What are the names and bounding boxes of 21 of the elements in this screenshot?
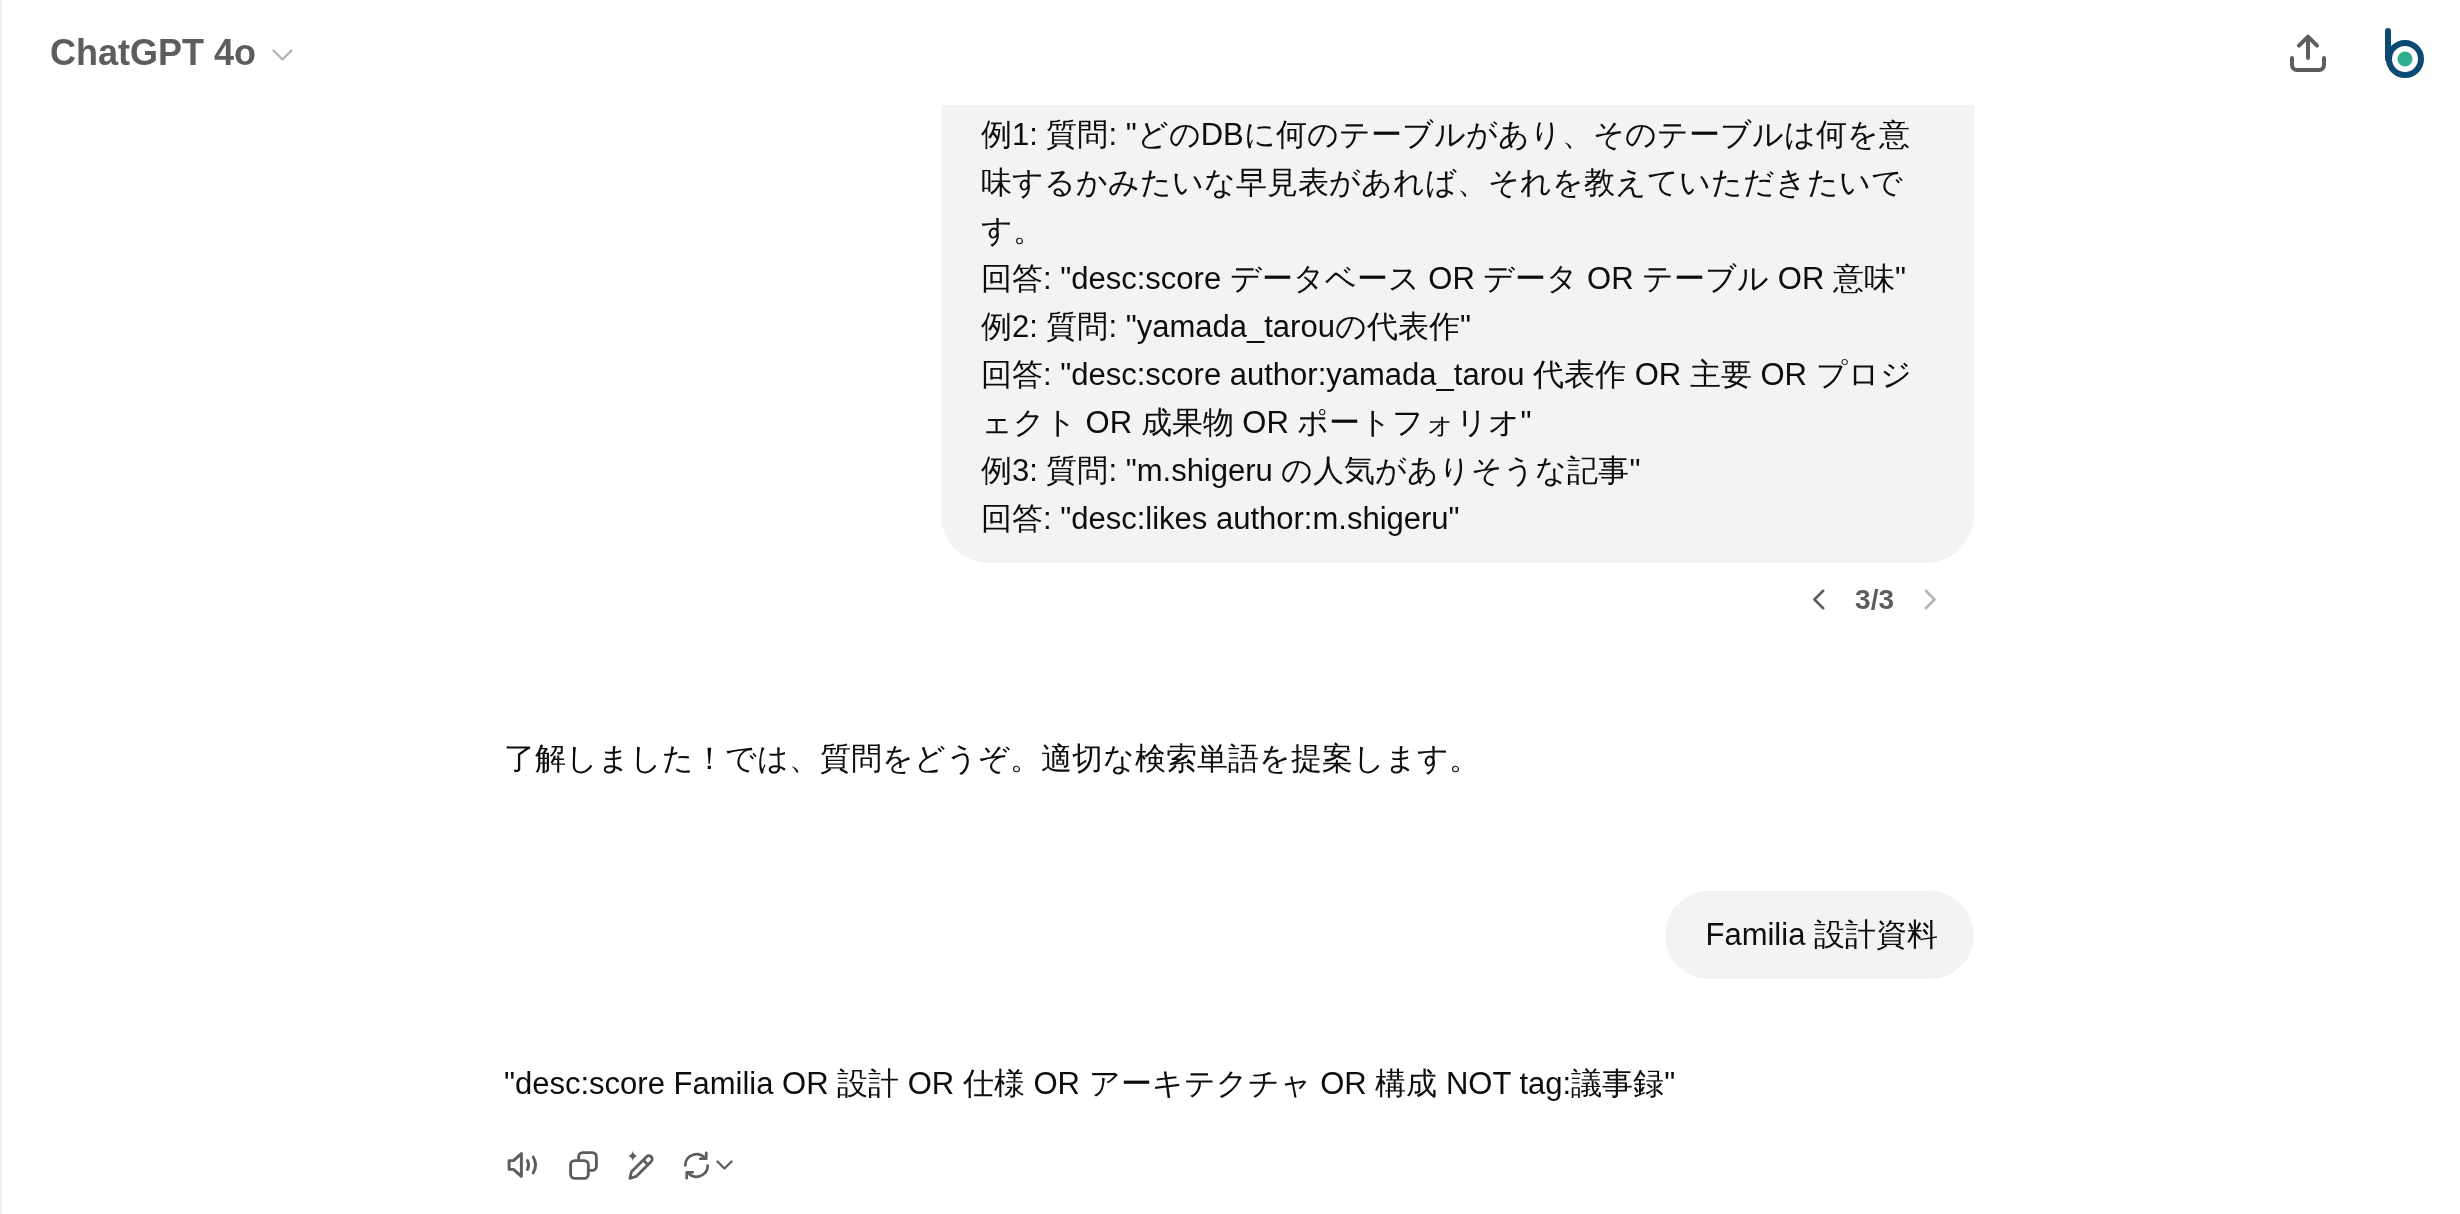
message-text: 例2: 質問: "yamada_tarouの代表作" [981, 308, 1472, 346]
message-text: 了解しました！では、質問をどうぞ。適切な検索単語を提案します。 [504, 740, 1481, 778]
model-selector[interactable]: ChatGPT 4o [50, 27, 293, 78]
message-text: 回答: "desc:score author:yamada_tarou 代表作 OR 主要 OR プロジェクト OR 成果物 OR ポートフォリオ" [981, 356, 1913, 442]
copy-icon [569, 1150, 598, 1180]
avatar-icon [2383, 27, 2425, 78]
refresh-icon [683, 1150, 710, 1180]
caret-icon [272, 48, 293, 61]
caret-icon [716, 1160, 733, 1170]
message-text: "desc:score Familia OR 設計 OR 仕様 OR アーキテクチャ OR 構成 NOT tag:議事録" [504, 1065, 1677, 1103]
message-text: 回答: "desc:likes author:m.shigeru" [981, 500, 1461, 538]
upload-icon [2290, 33, 2326, 72]
avatar-button[interactable] [2383, 27, 2425, 78]
chevron-right-icon [1924, 589, 1937, 610]
chevron-left-icon [1812, 589, 1826, 610]
page-counter: 3/3 [1855, 583, 1894, 616]
message-text: 例1: 質問: "どのDBに何のテーブルがあり、そのテーブルは何を意味するかみたいな早見表があれば、それを教えていただきたいです。 [981, 116, 1911, 250]
message-text: 回答: "desc:score データベース OR データ OR テーブル OR 意味" [981, 260, 1907, 298]
sparkle-pencil-icon [626, 1150, 655, 1180]
message-text: Familia 設計資料 [1705, 916, 1938, 954]
message-text: 例3: 質問: "m.shigeru の人気がありそうな記事" [981, 452, 1642, 490]
